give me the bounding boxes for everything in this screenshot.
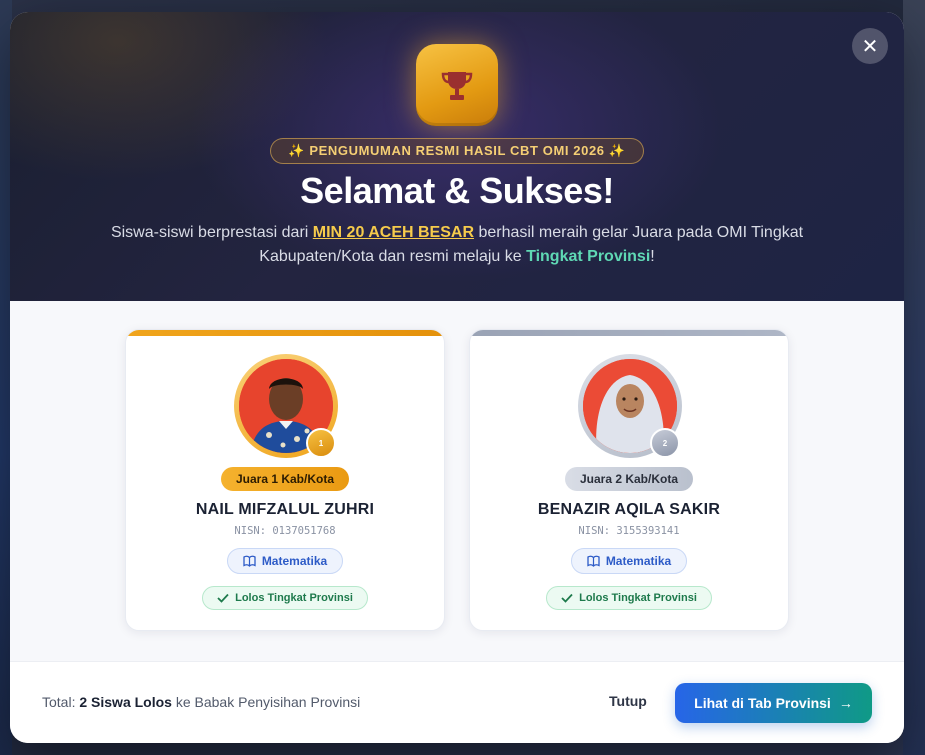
desc-text-3: ! (650, 248, 655, 265)
student-nisn: NISN: 0137051768 (234, 525, 336, 537)
book-icon (587, 555, 600, 567)
status-label: Lolos Tingkat Provinsi (579, 592, 697, 604)
total-summary: Total: 2 Siswa Lolos ke Babak Penyisihan… (42, 694, 360, 710)
total-suffix: ke Babak Penyisihan Provinsi (171, 694, 361, 710)
close-button[interactable]: Tutup (609, 693, 647, 709)
backdrop-right (903, 0, 925, 755)
student-name: NAIL MIFZALUL ZUHRI (195, 501, 375, 518)
winners-modal: ✕ ✨ PENGUMUMAN RESMI HASIL CBT OMI 2026 … (10, 12, 904, 743)
subject-badge: Matematika (227, 548, 343, 574)
view-province-tab-button[interactable]: Lihat di Tab Provinsi → (675, 683, 872, 723)
medal-number: 2 (662, 438, 668, 448)
student-card-2: 2 Juara 2 Kab/Kota BENAZIR AQILA SAKIR N… (469, 329, 789, 631)
status-label: Lolos Tingkat Provinsi (235, 592, 353, 604)
student-card-1: 1 Juara 1 Kab/Kota NAIL MIFZALUL ZUHRI N… (125, 329, 445, 631)
book-icon (243, 555, 256, 567)
announcement-badge: ✨ PENGUMUMAN RESMI HASIL CBT OMI 2026 ✨ (270, 138, 644, 164)
check-icon (217, 593, 229, 603)
winner-cards: 1 Juara 1 Kab/Kota NAIL MIFZALUL ZUHRI N… (10, 301, 904, 661)
province-level: Tingkat Provinsi (526, 248, 651, 265)
trophy-badge (416, 44, 498, 126)
close-modal-button[interactable]: ✕ (852, 28, 888, 64)
school-name: MIN 20 ACEH BESAR (312, 224, 474, 241)
rank-badge: Juara 1 Kab/Kota (221, 467, 349, 491)
rank-badge: Juara 2 Kab/Kota (565, 467, 693, 491)
student-nisn: NISN: 3155393141 (578, 525, 680, 537)
medal-icon: 1 (306, 428, 336, 458)
student-name: BENAZIR AQILA SAKIR (537, 501, 721, 518)
page-title: Selamat & Sukses! (300, 170, 614, 211)
card-accent-silver (470, 330, 788, 336)
modal-footer: Total: 2 Siswa Lolos ke Babak Penyisihan… (10, 661, 904, 743)
medal-number: 1 (318, 438, 324, 448)
total-count: 2 Siswa Lolos (79, 694, 172, 710)
cta-label: Lihat di Tab Provinsi (694, 695, 831, 711)
subject-label: Matematika (605, 554, 672, 568)
arrow-right-icon: → (838, 695, 853, 711)
desc-text-1: Siswa-siswi berprestasi dari (110, 224, 313, 241)
medal-icon: 2 (650, 428, 680, 458)
hero-banner: ✕ ✨ PENGUMUMAN RESMI HASIL CBT OMI 2026 … (10, 12, 904, 301)
trophy-icon (441, 72, 473, 100)
status-badge: Lolos Tingkat Provinsi (546, 586, 712, 610)
hero-description: Siswa-siswi berprestasi dari MIN 20 ACEH… (100, 221, 814, 269)
status-badge: Lolos Tingkat Provinsi (202, 586, 368, 610)
subject-label: Matematika (261, 554, 328, 568)
close-icon: ✕ (861, 35, 879, 58)
total-prefix: Total: (42, 694, 80, 710)
check-icon (561, 593, 573, 603)
card-accent-gold (126, 330, 444, 336)
subject-badge: Matematika (571, 548, 687, 574)
